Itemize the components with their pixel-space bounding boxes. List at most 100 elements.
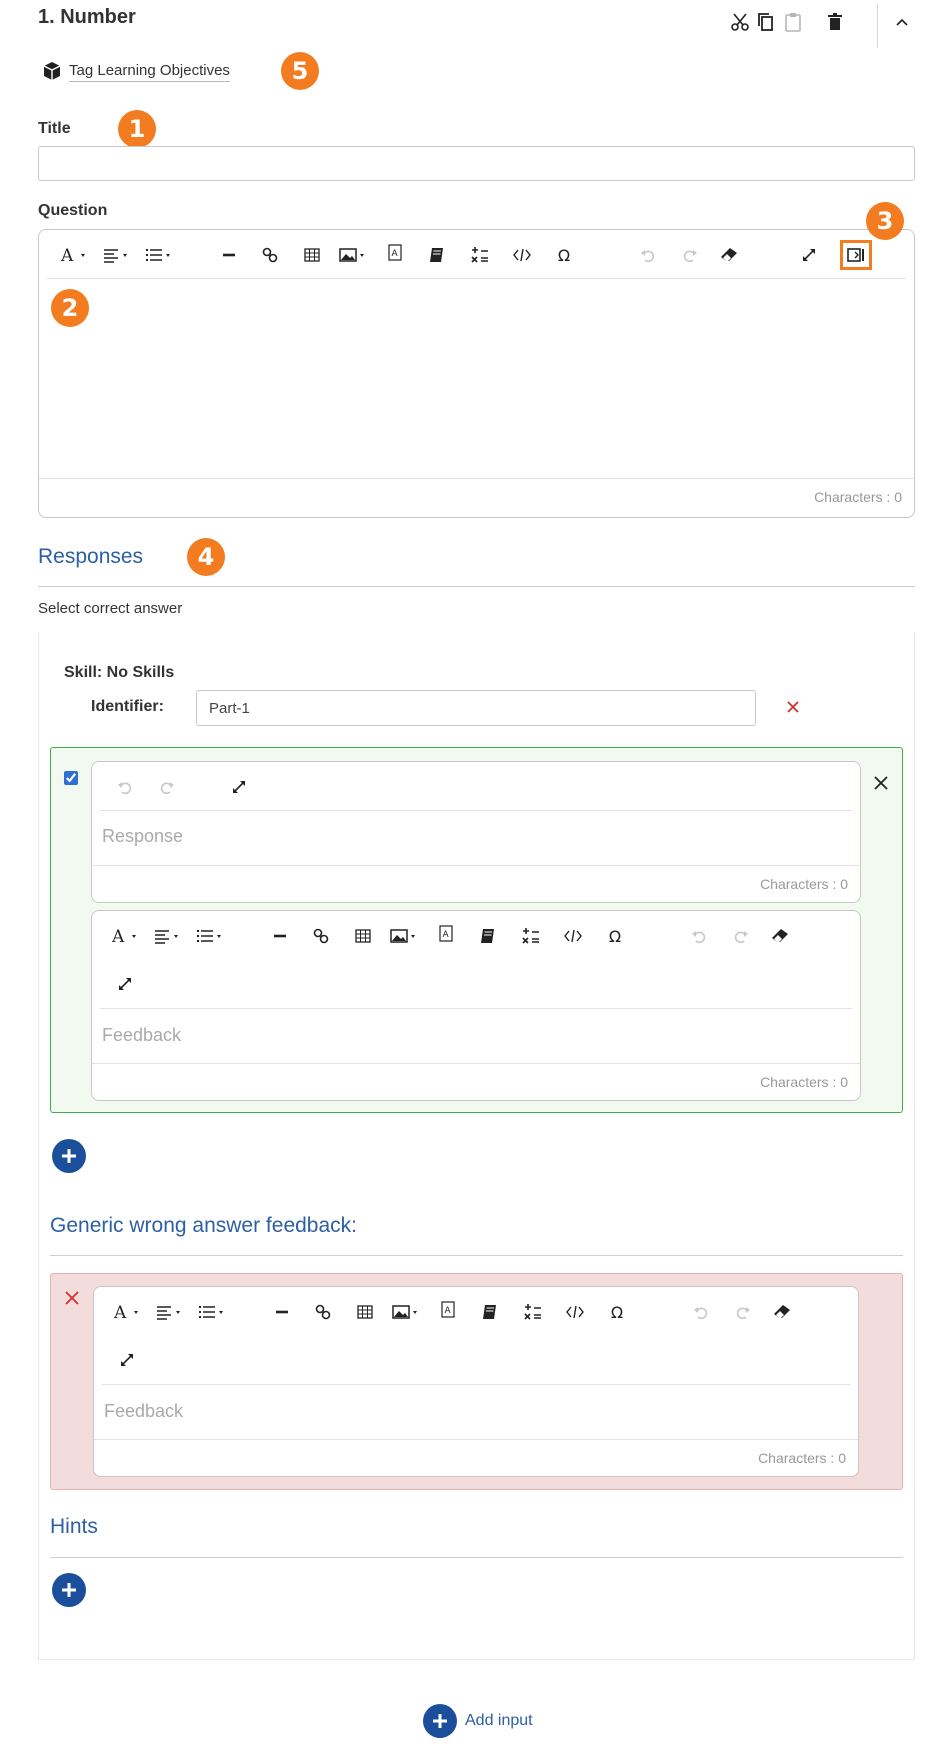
add-hint-button[interactable] [52, 1573, 86, 1607]
copy-icon[interactable] [756, 12, 776, 36]
side-panel-icon[interactable] [840, 240, 872, 270]
image-icon[interactable] [390, 1301, 424, 1323]
list-icon[interactable] [196, 1301, 230, 1323]
chevron-up-icon[interactable] [894, 14, 910, 34]
omega-icon[interactable]: Ω [602, 925, 628, 947]
book-icon[interactable] [475, 925, 501, 947]
redo-icon[interactable] [728, 925, 754, 947]
undo-icon[interactable] [112, 776, 138, 798]
scissors-icon[interactable] [730, 12, 750, 36]
trash-icon[interactable] [825, 12, 845, 36]
redo-icon[interactable] [677, 244, 703, 266]
wrong-feedback-footer-divider [94, 1439, 858, 1440]
feedback-characters: Characters : 0 [760, 1074, 848, 1090]
link-icon[interactable] [257, 244, 283, 266]
expand-icon[interactable] [114, 1349, 140, 1371]
delete-identifier-icon[interactable] [785, 699, 801, 719]
book-icon[interactable] [477, 1301, 503, 1323]
undo-icon[interactable] [635, 244, 661, 266]
responses-heading: Responses [38, 545, 144, 568]
feedback-input[interactable]: Feedback [102, 1025, 181, 1046]
horizontal-rule-icon[interactable] [267, 925, 293, 947]
link-icon[interactable] [308, 925, 334, 947]
table-icon[interactable] [299, 244, 325, 266]
text-box-icon[interactable]: A [433, 923, 459, 945]
align-icon[interactable] [154, 1301, 188, 1323]
code-icon[interactable] [562, 1301, 588, 1323]
svg-text:A: A [114, 1303, 127, 1321]
badge-1: 1 [118, 110, 156, 148]
svg-text:A: A [445, 1306, 452, 1316]
wrong-feedback-input[interactable]: Feedback [104, 1401, 183, 1422]
plus-icon [62, 1149, 76, 1163]
generic-wrong-divider [50, 1255, 903, 1256]
feedback-footer-divider [92, 1063, 860, 1064]
svg-text:A: A [443, 930, 450, 940]
eraser-icon[interactable] [768, 925, 794, 947]
table-icon[interactable] [352, 1301, 378, 1323]
formula-icon[interactable] [467, 244, 493, 266]
table-icon[interactable] [350, 925, 376, 947]
badge-5: 5 [281, 52, 319, 90]
horizontal-rule-icon[interactable] [216, 244, 242, 266]
close-icon[interactable] [873, 775, 889, 795]
correct-answer-checkbox[interactable] [64, 771, 78, 785]
font-icon[interactable]: A [110, 925, 144, 947]
badge-4: 4 [187, 538, 225, 576]
text-box-icon[interactable]: A [382, 242, 408, 264]
font-icon[interactable]: A [59, 244, 93, 266]
svg-text:A: A [112, 927, 125, 945]
align-icon[interactable] [101, 244, 135, 266]
code-icon[interactable] [509, 244, 535, 266]
link-icon[interactable] [310, 1301, 336, 1323]
font-icon[interactable]: A [112, 1301, 146, 1323]
redo-icon[interactable] [730, 1301, 756, 1323]
select-correct-answer-text: Select correct answer [38, 600, 183, 617]
formula-icon[interactable] [520, 1301, 546, 1323]
response-characters: Characters : 0 [760, 876, 848, 892]
cube-icon [42, 61, 62, 85]
paste-icon[interactable] [783, 12, 803, 36]
expand-icon[interactable] [226, 776, 252, 798]
image-icon[interactable] [337, 244, 371, 266]
badge-3: 3 [866, 202, 904, 240]
book-icon[interactable] [424, 244, 450, 266]
text-box-icon[interactable]: A [435, 1299, 461, 1321]
formula-icon[interactable] [518, 925, 544, 947]
question-content[interactable] [47, 282, 906, 456]
response-footer-divider [92, 865, 860, 866]
undo-icon[interactable] [688, 1301, 714, 1323]
question-footer-divider [39, 478, 914, 479]
list-icon[interactable] [143, 244, 177, 266]
redo-icon[interactable] [154, 776, 180, 798]
feedback-toolbar-divider [100, 1008, 852, 1009]
response-input[interactable]: Response [102, 826, 183, 847]
skill-label: Skill: No Skills [64, 664, 175, 681]
eraser-icon[interactable] [717, 244, 743, 266]
tag-learning-objectives-link[interactable]: Tag Learning Objectives [69, 62, 230, 82]
delete-wrong-feedback-icon[interactable] [64, 1290, 80, 1310]
title-input[interactable] [38, 146, 915, 181]
generic-wrong-feedback-heading: Generic wrong answer feedback: [50, 1214, 357, 1237]
svg-text:A: A [61, 246, 74, 264]
code-icon[interactable] [560, 925, 586, 947]
question-characters: Characters : 0 [814, 489, 902, 505]
header-toolbar [730, 4, 934, 48]
omega-icon[interactable]: Ω [551, 244, 577, 266]
eraser-icon[interactable] [770, 1301, 796, 1323]
align-icon[interactable] [152, 925, 186, 947]
hints-divider [50, 1557, 903, 1558]
list-icon[interactable] [194, 925, 228, 947]
wrong-feedback-toolbar-divider [102, 1384, 850, 1385]
undo-icon[interactable] [686, 925, 712, 947]
badge-2: 2 [51, 289, 89, 327]
expand-icon[interactable] [796, 244, 822, 266]
identifier-input[interactable] [196, 690, 756, 726]
add-response-button[interactable] [52, 1139, 86, 1173]
expand-icon[interactable] [112, 973, 138, 995]
horizontal-rule-icon[interactable] [269, 1301, 295, 1323]
image-icon[interactable] [388, 925, 422, 947]
question-label: Question [38, 202, 108, 219]
add-input-button[interactable]: Add input [423, 1703, 533, 1739]
omega-icon[interactable]: Ω [604, 1301, 630, 1323]
